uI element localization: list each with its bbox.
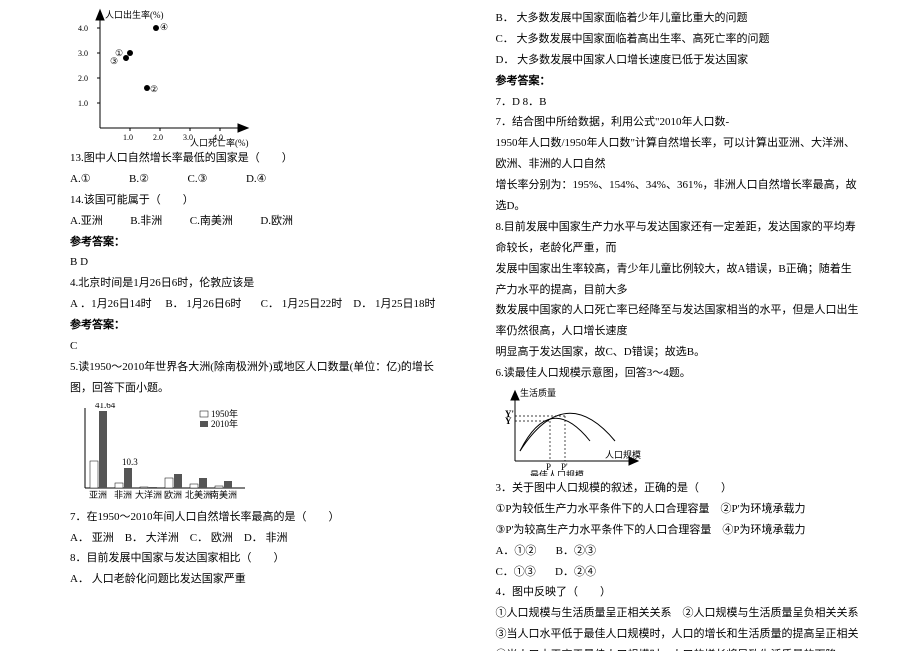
- q14: 14.该国可能属于（ ）: [70, 190, 435, 211]
- ytick-1: 1.0: [78, 99, 88, 108]
- cat-asia: 亚洲: [89, 490, 107, 500]
- q8: 8．目前发展中国家与发达国家相比（ ）: [70, 548, 435, 569]
- ylabel: 人口出生率(%): [105, 9, 164, 20]
- pt-3: ③: [110, 56, 118, 66]
- exp8-a: 8.目前发展中国家生产力水平与发达国家还有一定差距，发达国家的平均寿命较长，老龄…: [495, 217, 860, 259]
- exp7-c: 增长率分别为：195%、154%、34%、361%，非洲人口自然增长率最高，故选…: [495, 175, 860, 217]
- exp7-a: 7．结合图中所给数据，利用公式"2010年人口数-: [495, 112, 860, 133]
- q13-options: A.① B.② C.③ D.④: [70, 169, 435, 190]
- ref-label-1: 参考答案：: [70, 232, 435, 253]
- legend-2010: 2010年: [211, 418, 238, 429]
- q5: 5.读1950～2010年世界各大洲(除南极洲外)或地区人口数量(单位：亿)的增…: [70, 357, 435, 399]
- exp8-b: 发展中国家出生率较高，青少年儿童比例较大，故A错误，B正确；随着生产力水平的提高…: [495, 259, 860, 301]
- pt-2: ②: [150, 84, 158, 94]
- q3-s2: ③P'为较高生产力水平条件下的人口合理容量 ④P为环境承载力: [495, 520, 860, 541]
- cat-oceania: 大洋洲: [135, 489, 162, 500]
- cat-africa: 非洲: [114, 489, 132, 500]
- q8-opt-c: C． 大多数发展中国家面临着高出生率、高死亡率的问题: [495, 29, 860, 50]
- q3: 3．关于图中人口规模的叙述，正确的是（ ）: [495, 478, 860, 499]
- bottom-label: 最佳人口规模: [530, 469, 584, 476]
- q4: 4.北京时间是1月26日6时，伦敦应该是: [70, 273, 435, 294]
- svg-text:Y': Y': [505, 409, 514, 419]
- q3-s1: ①P为较低生产力水平条件下的人口合理容量 ②P'为环境承载力: [495, 499, 860, 520]
- q8-opt-d: D． 大多数发展中国家人口增长速度已低于发达国家: [495, 50, 860, 71]
- ref-label-3: 参考答案：: [495, 71, 860, 92]
- exp8-d: 明显高于发达国家，故C、D错误；故选B。: [495, 342, 860, 363]
- q6: 6.读最佳人口规模示意图，回答3～4题。: [495, 363, 860, 384]
- scatter-chart: 1.0 2.0 3.0 4.0 1.0 2.0 3.0 4.0 人口出生率(%)…: [70, 8, 270, 148]
- q4b-s1: ①人口规模与生活质量呈正相关关系 ②人口规模与生活质量呈负相关关系: [495, 603, 860, 624]
- exp7-b: 1950年人口数/1950年人口数"计算自然增长率，可以计算出亚洲、大洋洲、欧洲…: [495, 133, 860, 175]
- xtick-2: 2.0: [153, 133, 163, 142]
- legend-1950: 1950年: [211, 408, 238, 419]
- ytick-3: 3.0: [78, 49, 88, 58]
- ref-label-2: 参考答案：: [70, 315, 435, 336]
- xtick-1: 1.0: [123, 133, 133, 142]
- cat-na: 北美洲: [185, 489, 212, 500]
- q4b: 4．图中反映了（ ）: [495, 582, 860, 603]
- q8-opt-b: B． 大多数发展中国家面临着少年儿童比重大的问题: [495, 8, 860, 29]
- ytick-4: 4.0: [78, 24, 88, 33]
- q14-options: A.亚洲 B.非洲 C.南美洲 D.欧洲: [70, 211, 435, 232]
- ans-13-14: B D: [70, 252, 435, 273]
- q3-opt-a: A．①② B．②③: [495, 541, 860, 562]
- quality-curve-chart: 生活质量 人口规模 Y Y' P P' 最佳人口规模: [495, 386, 645, 476]
- ans-4: C: [70, 336, 435, 357]
- xlabel3: 人口规模: [605, 450, 641, 460]
- q7: 7．在1950～2010年间人口自然增长率最高的是（ ）: [70, 507, 435, 528]
- right-column: B． 大多数发展中国家面临着少年儿童比重大的问题 C． 大多数发展中国家面临着高…: [475, 0, 920, 651]
- bar-chart: 1950年 2010年 41.64 亚洲 10.3 非洲: [70, 403, 250, 503]
- exp8-c: 数发展中国家的人口死亡率已经降至与发达国家相当的水平，但是人口出生率仍然很高，人…: [495, 300, 860, 342]
- q8-opt-a: A． 人口老龄化问题比发达国家严重: [70, 569, 435, 590]
- cat-europe: 欧洲: [164, 489, 182, 500]
- svg-text:10.3: 10.3: [122, 457, 138, 467]
- q13: 13.图中人口自然增长率最低的国家是（ ）: [70, 148, 435, 169]
- left-column: 1.0 2.0 3.0 4.0 1.0 2.0 3.0 4.0 人口出生率(%)…: [0, 0, 475, 651]
- ylabel3: 生活质量: [520, 387, 556, 398]
- page: 1.0 2.0 3.0 4.0 1.0 2.0 3.0 4.0 人口出生率(%)…: [0, 0, 920, 651]
- svg-text:41.64: 41.64: [95, 403, 116, 410]
- cat-sa: 南美洲: [210, 489, 237, 500]
- q4b-s3: ④当人口水平高于最佳人口规模时，人口的增长将导致生活质量的下降: [495, 645, 860, 651]
- xlabel: 人口死亡率(%): [190, 137, 249, 148]
- ans-78: 7．D 8．B: [495, 92, 860, 113]
- ytick-2: 2.0: [78, 74, 88, 83]
- q7-options: A． 亚洲 B． 大洋洲 C． 欧洲 D． 非洲: [70, 528, 435, 549]
- q3-opt-c: C．①③ D．②④: [495, 562, 860, 583]
- q4b-s2: ③当人口水平低于最佳人口规模时，人口的增长和生活质量的提高呈正相关: [495, 624, 860, 645]
- q4-options: A ．1月26日14时 B． 1月26日6时 C． 1月25日22时 D． 1月…: [70, 294, 435, 315]
- pt-4: ④: [160, 22, 168, 32]
